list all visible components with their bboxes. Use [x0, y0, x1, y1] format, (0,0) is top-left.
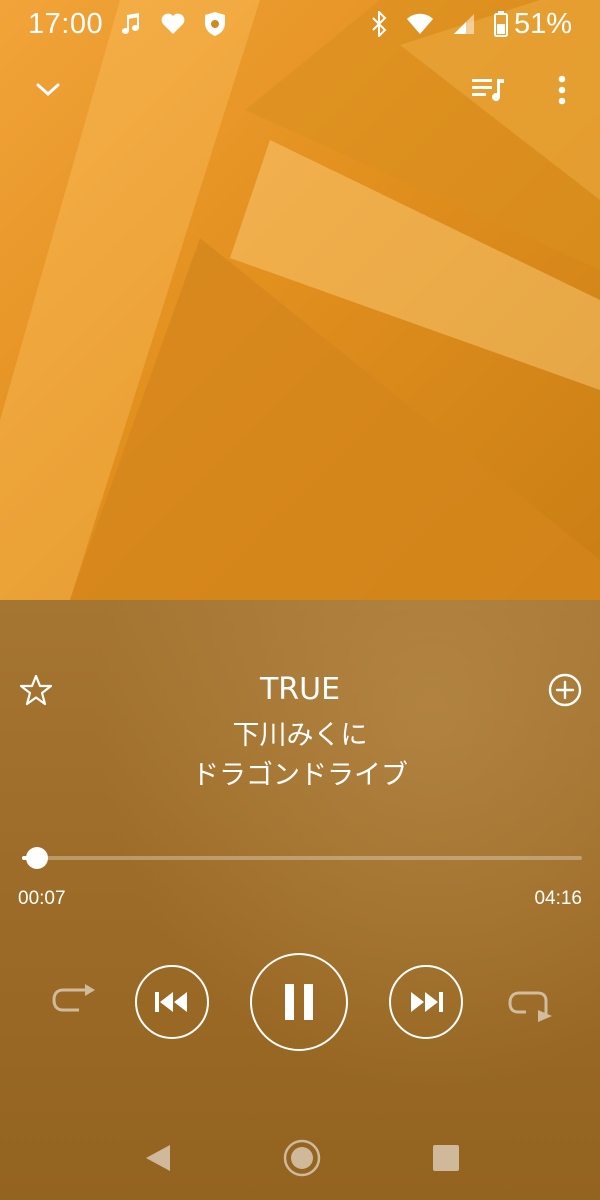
- seek-bar[interactable]: [22, 847, 582, 869]
- back-icon: [146, 1145, 170, 1171]
- total-time: 04:16: [534, 888, 582, 909]
- status-time: 17:00: [28, 7, 104, 40]
- battery-icon: 51%: [493, 7, 572, 41]
- add-circle-icon: [548, 673, 582, 707]
- app-bar: [0, 60, 600, 120]
- home-icon: [283, 1139, 321, 1177]
- signal-icon: [452, 12, 476, 36]
- pause-icon: [285, 984, 313, 1020]
- track-album: ドラゴンドライブ: [192, 760, 408, 791]
- bug-shield-icon: [203, 11, 227, 37]
- previous-button[interactable]: [135, 965, 209, 1039]
- recents-icon: [433, 1145, 459, 1171]
- elapsed-time: 00:07: [18, 888, 66, 909]
- repeat-button[interactable]: [48, 980, 100, 1024]
- nav-recents-button[interactable]: [428, 1140, 464, 1176]
- shuffle-icon: [508, 991, 552, 1022]
- status-bar: 17:00 51%: [0, 0, 600, 48]
- more-vert-icon: [558, 75, 566, 105]
- queue-music-icon: [472, 79, 504, 102]
- nav-home-button[interactable]: [282, 1138, 322, 1178]
- music-note-icon: [121, 12, 143, 36]
- more-options-button[interactable]: [542, 70, 582, 110]
- nav-back-button[interactable]: [140, 1140, 176, 1176]
- navigation-bar: [0, 1120, 600, 1200]
- collapse-button[interactable]: [28, 70, 68, 110]
- track-title: TRUE: [259, 672, 341, 707]
- next-button[interactable]: [389, 965, 463, 1039]
- play-queue-button[interactable]: [468, 70, 508, 110]
- play-pause-button[interactable]: [250, 953, 348, 1051]
- bluetooth-icon: [370, 11, 388, 37]
- add-to-playlist-button[interactable]: [545, 670, 585, 710]
- shuffle-button[interactable]: [505, 984, 557, 1028]
- battery-percent: 51%: [513, 7, 572, 40]
- heart-icon: [161, 13, 185, 35]
- skip-next-icon: [411, 992, 443, 1012]
- repeat-icon: [52, 984, 95, 1012]
- chevron-down-icon: [36, 83, 60, 97]
- track-artist: 下川みくに: [232, 720, 368, 751]
- seek-thumb[interactable]: [26, 847, 49, 869]
- skip-previous-icon: [155, 992, 187, 1012]
- wifi-icon: [406, 13, 434, 35]
